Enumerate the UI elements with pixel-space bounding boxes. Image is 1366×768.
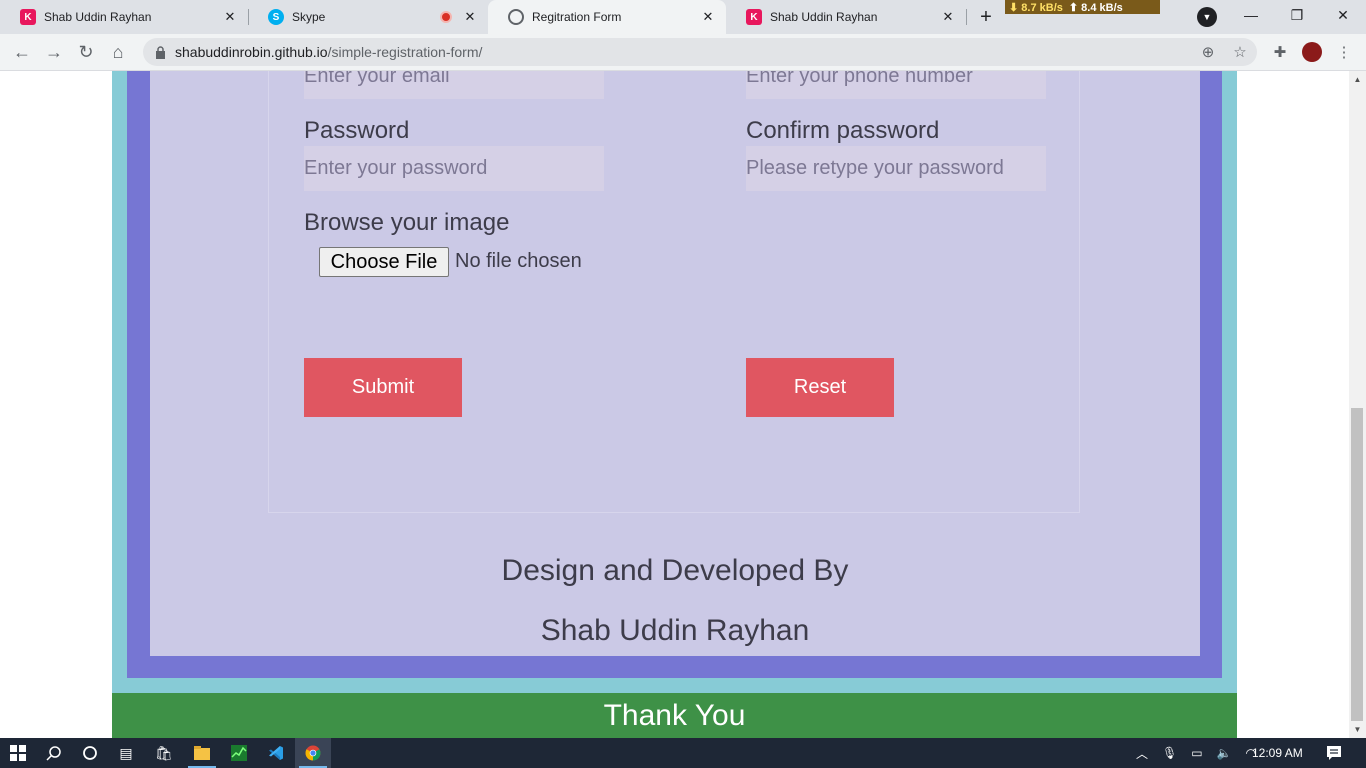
tab-divider — [966, 9, 967, 25]
page-viewport: Enter your email Enter your phone number… — [0, 71, 1349, 738]
menu-dots-icon[interactable]: ⋮ — [1330, 38, 1358, 66]
tab-shab-uddin-1[interactable]: K Shab Uddin Rayhan ✕ — [0, 0, 248, 34]
forward-button[interactable]: → — [40, 38, 68, 66]
tab-shab-uddin-2[interactable]: K Shab Uddin Rayhan ✕ — [726, 0, 966, 34]
tab-title: Regitration Form — [532, 10, 622, 24]
notification-icon[interactable] — [1316, 738, 1352, 768]
image-label: Browse your image — [304, 209, 510, 236]
address-bar[interactable]: shabuddinrobin.github.io/simple-registra… — [143, 38, 1257, 66]
media-control-icon[interactable]: ▼ — [1197, 7, 1217, 27]
browser-toolbar: ← → ↻ ⌂ shabuddinrobin.github.io/simple-… — [0, 34, 1366, 71]
zoom-icon[interactable]: ⊕ — [1194, 38, 1222, 66]
vscode-icon[interactable] — [258, 738, 294, 768]
net-speed-meter: ⬇ 8.7 kB/s ⬆ 8.4 kB/s — [1005, 0, 1160, 14]
close-icon[interactable]: ✕ — [940, 9, 956, 25]
tab-registration-form[interactable]: Regitration Form ✕ — [488, 0, 726, 34]
screen: K Shab Uddin Rayhan ✕ S Skype ✕ Regitrat… — [0, 0, 1366, 768]
email-placeholder: Enter your email — [304, 71, 450, 87]
tab-skype[interactable]: S Skype ✕ — [248, 0, 488, 34]
close-window-button[interactable]: ✕ — [1320, 0, 1366, 30]
minimize-button[interactable]: — — [1228, 0, 1274, 30]
reset-button[interactable]: Reset — [746, 358, 894, 417]
k-logo-icon: K — [20, 9, 36, 25]
windows-start-icon[interactable] — [0, 738, 36, 768]
confirm-password-label: Confirm password — [746, 117, 940, 144]
url-path: /simple-registration-form/ — [327, 44, 483, 60]
recording-icon — [440, 11, 452, 23]
choose-file-button[interactable]: Choose File — [319, 247, 449, 277]
file-explorer-icon[interactable] — [184, 738, 220, 768]
tab-strip: K Shab Uddin Rayhan ✕ S Skype ✕ Regitrat… — [0, 0, 1366, 34]
email-field[interactable]: Enter your email — [304, 71, 604, 99]
chevron-up-icon[interactable]: ︿ — [1136, 745, 1148, 762]
credit-line-2: Shab Uddin Rayhan — [540, 614, 810, 647]
footer-thank-you: Thank You — [112, 693, 1237, 738]
close-icon[interactable]: ✕ — [222, 9, 238, 25]
close-icon[interactable]: ✕ — [462, 9, 478, 25]
tab-title: Skype — [292, 10, 326, 24]
back-button[interactable]: ← — [8, 38, 36, 66]
home-button[interactable]: ⌂ — [104, 38, 132, 66]
close-icon[interactable]: ✕ — [700, 9, 716, 25]
scroll-up-icon[interactable]: ▲ — [1349, 71, 1366, 87]
phone-placeholder: Enter your phone number — [746, 71, 973, 87]
store-icon[interactable]: 🛍 — [146, 738, 182, 768]
lock-icon — [153, 45, 167, 59]
confirm-password-field[interactable]: Please retype your password — [746, 146, 1046, 191]
globe-icon — [508, 9, 524, 25]
scrollbar-thumb[interactable] — [1351, 408, 1363, 721]
tab-title: Shab Uddin Rayhan — [44, 10, 152, 24]
restore-button[interactable]: ❐ — [1274, 0, 1320, 30]
scroll-down-icon[interactable]: ▼ — [1349, 721, 1366, 737]
new-tab-button[interactable]: + — [972, 4, 1000, 30]
volume-icon[interactable]: 🔈 — [1217, 746, 1232, 760]
windows-taskbar: ▤ 🛍 ︿ 🎙 ▭ 🔈 ◠ 12:09 AM — [0, 738, 1366, 768]
extensions-icon[interactable]: ✚ — [1266, 38, 1294, 66]
skype-icon: S — [268, 9, 284, 25]
submit-button[interactable]: Submit — [304, 358, 462, 417]
url-host: shabuddinrobin.github.io — [175, 44, 328, 60]
clock[interactable]: 12:09 AM — [1252, 738, 1303, 768]
chrome-taskbar-icon[interactable] — [295, 738, 331, 768]
password-field[interactable]: Enter your password — [304, 146, 604, 191]
password-label: Password — [304, 117, 410, 144]
bookmark-star-icon[interactable]: ☆ — [1226, 38, 1254, 66]
battery-icon[interactable]: ▭ — [1191, 746, 1202, 760]
confirm-password-placeholder: Please retype your password — [746, 157, 1004, 179]
task-view-icon[interactable]: ▤ — [108, 738, 144, 768]
profile-avatar[interactable] — [1302, 42, 1322, 62]
search-icon[interactable] — [36, 738, 72, 768]
credit-line-1: Design and Developed By — [501, 554, 849, 587]
system-tray: ︿ 🎙 ▭ 🔈 ◠ — [1136, 738, 1256, 768]
phone-field[interactable]: Enter your phone number — [746, 71, 1046, 99]
file-status: No file chosen — [455, 250, 582, 272]
download-speed: ⬇ 8.7 kB/s — [1009, 1, 1063, 14]
reload-button[interactable]: ↻ — [72, 38, 100, 66]
tab-title: Shab Uddin Rayhan — [770, 10, 878, 24]
upload-speed: ⬆ 8.4 kB/s — [1068, 1, 1123, 14]
password-placeholder: Enter your password — [304, 157, 488, 179]
k-logo-icon: K — [746, 9, 762, 25]
cortana-icon[interactable] — [72, 738, 108, 768]
microphone-icon[interactable]: 🎙 — [1162, 746, 1177, 760]
task-manager-icon[interactable] — [221, 738, 257, 768]
